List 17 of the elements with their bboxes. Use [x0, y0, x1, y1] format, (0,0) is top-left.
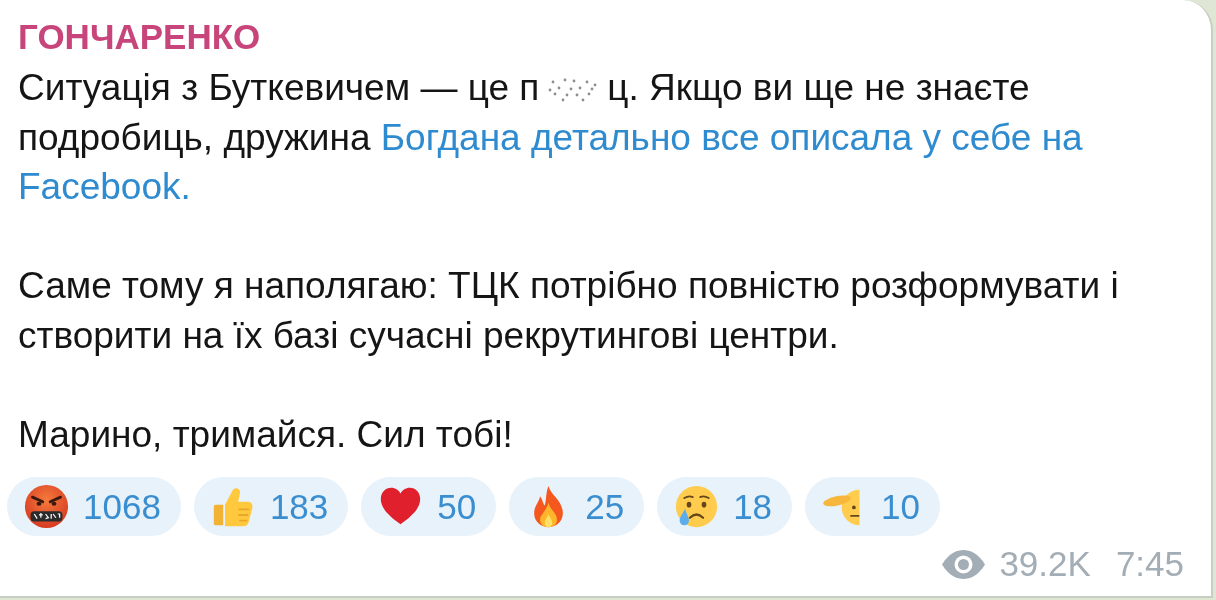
message-paragraph: Ситуація з Буткевичем — це п ц. Якщо ви ще не знаєте подробиць, дружина Богдана детально все описала у себе на Facebook. [18, 66, 1084, 209]
message-paragraph: Марино, тримайся. Сил тобі! [18, 412, 514, 457]
reaction-button[interactable]: 183 [193, 477, 349, 536]
reaction-button[interactable]: 10 [805, 477, 941, 536]
reaction-button[interactable]: 50 [361, 477, 497, 536]
author-name[interactable]: ГОНЧАРЕНКО [18, 10, 261, 63]
message-paragraph: Саме тому я наполягаю: ТЦК потрібно повністю розформувати і створити на їх базі сучасні рекрутингові центри. [18, 264, 1120, 358]
crying-face-icon [674, 484, 720, 529]
cursing-face-icon [24, 484, 69, 529]
reaction-button[interactable]: 25 [509, 477, 645, 536]
eye-icon [941, 548, 987, 580]
text-link[interactable]: Facebook. [18, 166, 191, 207]
view-count: 39.2K [999, 546, 1091, 582]
reaction-button[interactable]: 1068 [7, 477, 181, 536]
text-link[interactable]: Богдана детально все описала у себе на [380, 116, 1083, 158]
message-time: 7:45 [1115, 546, 1184, 582]
reaction-button[interactable]: 18 [657, 477, 793, 536]
